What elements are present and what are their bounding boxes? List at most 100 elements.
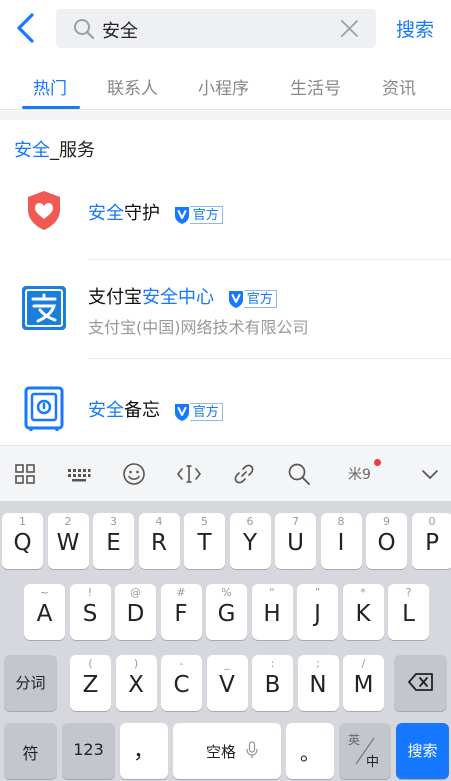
- keyboard-toolbar: 米9: [0, 445, 451, 501]
- fenci-key-label: 分词: [15, 674, 46, 692]
- key-label: O: [377, 530, 396, 556]
- section-title-highlight: 安全: [14, 140, 50, 161]
- key-j[interactable]: ” J: [297, 584, 338, 640]
- key-q[interactable]: 1Q: [2, 513, 43, 569]
- key-hint: #: [176, 586, 186, 599]
- key-h[interactable]: “H: [251, 584, 293, 640]
- result-item-safety-memo[interactable]: 安全备忘 官方: [0, 359, 451, 445]
- clear-icon[interactable]: [339, 18, 360, 39]
- key-r[interactable]: 4R: [138, 513, 180, 569]
- key-label: X: [128, 672, 144, 698]
- key-s[interactable]: ! S: [69, 584, 111, 640]
- search-input[interactable]: 安全: [56, 9, 376, 48]
- tab-mini-programs[interactable]: 小程序: [198, 74, 249, 99]
- numeric-key[interactable]: 123: [62, 723, 115, 779]
- mi-skin-label[interactable]: 米9: [348, 464, 371, 484]
- key-t[interactable]: 5T: [184, 513, 225, 569]
- key-label: N: [309, 672, 327, 698]
- chevron-left-icon: [17, 13, 34, 43]
- section-title: 安全_服务: [14, 136, 95, 162]
- key-a[interactable]: ~ A: [24, 584, 65, 640]
- key-hint: 8: [337, 515, 345, 528]
- key-f[interactable]: # F: [160, 584, 202, 640]
- key-u[interactable]: 7U: [275, 513, 316, 569]
- key-o[interactable]: 9O: [366, 513, 407, 569]
- key-l[interactable]: ? L: [388, 584, 429, 640]
- language-switch-key[interactable]: 英 中: [339, 723, 391, 779]
- key-label: A: [36, 601, 53, 627]
- key-label: S: [82, 601, 98, 627]
- key-e[interactable]: 3E: [93, 513, 134, 569]
- keyboard-layout-icon[interactable]: [67, 462, 91, 486]
- key-p[interactable]: 0P: [411, 513, 451, 569]
- key-label: P: [425, 530, 439, 556]
- key-y[interactable]: 6Y: [229, 513, 271, 569]
- backspace-key[interactable]: [394, 655, 447, 711]
- key-hint: “: [269, 586, 275, 599]
- result-title-rest: 守护: [124, 203, 160, 224]
- key-b[interactable]: :B: [252, 655, 293, 711]
- result-item-safety-guard[interactable]: 安全守护 官方: [0, 176, 451, 260]
- key-i[interactable]: 8I: [320, 513, 362, 569]
- key-d[interactable]: @ D: [115, 584, 156, 640]
- tab-hot[interactable]: 热门: [33, 74, 67, 99]
- key-z[interactable]: (Z: [70, 655, 111, 711]
- link-icon[interactable]: [232, 462, 256, 486]
- cursor-move-icon[interactable]: [177, 462, 201, 486]
- key-hint: _: [224, 657, 230, 670]
- key-hint: *: [360, 586, 366, 599]
- active-tab-indicator: [22, 106, 80, 109]
- verified-v-icon: [174, 207, 189, 224]
- official-badge: 官方: [172, 401, 223, 421]
- tab-news[interactable]: 资讯: [382, 74, 416, 99]
- grid-menu-icon[interactable]: [13, 462, 37, 486]
- key-label: B: [264, 672, 281, 698]
- security-center-icon: [22, 286, 66, 330]
- result-title-prefix: 支付宝: [88, 287, 142, 308]
- key-v[interactable]: _ V: [206, 655, 248, 711]
- key-hint: !: [87, 586, 93, 599]
- official-badge: 官方: [172, 204, 223, 224]
- key-hint: 3: [110, 515, 117, 528]
- period-key[interactable]: 。: [286, 723, 334, 779]
- shield-heart-icon: [28, 191, 60, 230]
- fenci-key[interactable]: 分词: [4, 655, 57, 711]
- key-label: C: [173, 672, 190, 698]
- key-hint: ): [133, 657, 139, 670]
- numeric-key-label: 123: [73, 740, 104, 759]
- result-title: 支付宝安全中心 官方: [88, 283, 277, 309]
- keyboard-search-key[interactable]: 搜索: [396, 723, 449, 779]
- section-divider: [0, 111, 451, 120]
- search-header: 安全 搜索: [0, 0, 451, 58]
- section-title-rest: _服务: [50, 140, 95, 161]
- search-icon[interactable]: [287, 462, 311, 486]
- key-c[interactable]: -C: [161, 655, 202, 711]
- key-x[interactable]: ) X: [115, 655, 157, 711]
- key-label: L: [402, 601, 415, 627]
- key-hint: 0: [428, 515, 436, 528]
- key-hint: :: [270, 657, 275, 670]
- key-n[interactable]: ; N: [297, 655, 339, 711]
- key-w[interactable]: 2W: [47, 513, 89, 569]
- emoji-icon[interactable]: [122, 462, 146, 486]
- tab-contacts[interactable]: 联系人: [107, 74, 158, 99]
- chevron-down-icon[interactable]: [418, 462, 442, 486]
- tab-life-accounts[interactable]: 生活号: [290, 74, 341, 99]
- keyboard: 分词 符 123 ， 空格 。 英 中 搜索 1 Q 2 W 3 E 4 R 5…: [0, 501, 451, 781]
- key-k[interactable]: * K: [342, 584, 384, 640]
- key-g[interactable]: % G: [206, 584, 247, 640]
- symbol-key[interactable]: 符: [4, 723, 57, 779]
- back-button[interactable]: [14, 12, 40, 44]
- key-m[interactable]: / M: [343, 655, 384, 711]
- key-hint: %: [221, 586, 232, 599]
- official-badge-text: 官方: [189, 206, 223, 224]
- comma-key[interactable]: ，: [120, 723, 168, 779]
- key-label: R: [151, 530, 167, 556]
- key-label: U: [287, 530, 304, 556]
- result-item-security-center[interactable]: 支付宝安全中心 官方 支付宝(中国)网络技术有限公司: [0, 260, 451, 358]
- notification-dot: [374, 459, 381, 466]
- search-button[interactable]: 搜索: [396, 15, 434, 42]
- key-label: V: [219, 672, 235, 698]
- space-key[interactable]: 空格: [173, 723, 281, 779]
- key-hint: 6: [246, 515, 254, 528]
